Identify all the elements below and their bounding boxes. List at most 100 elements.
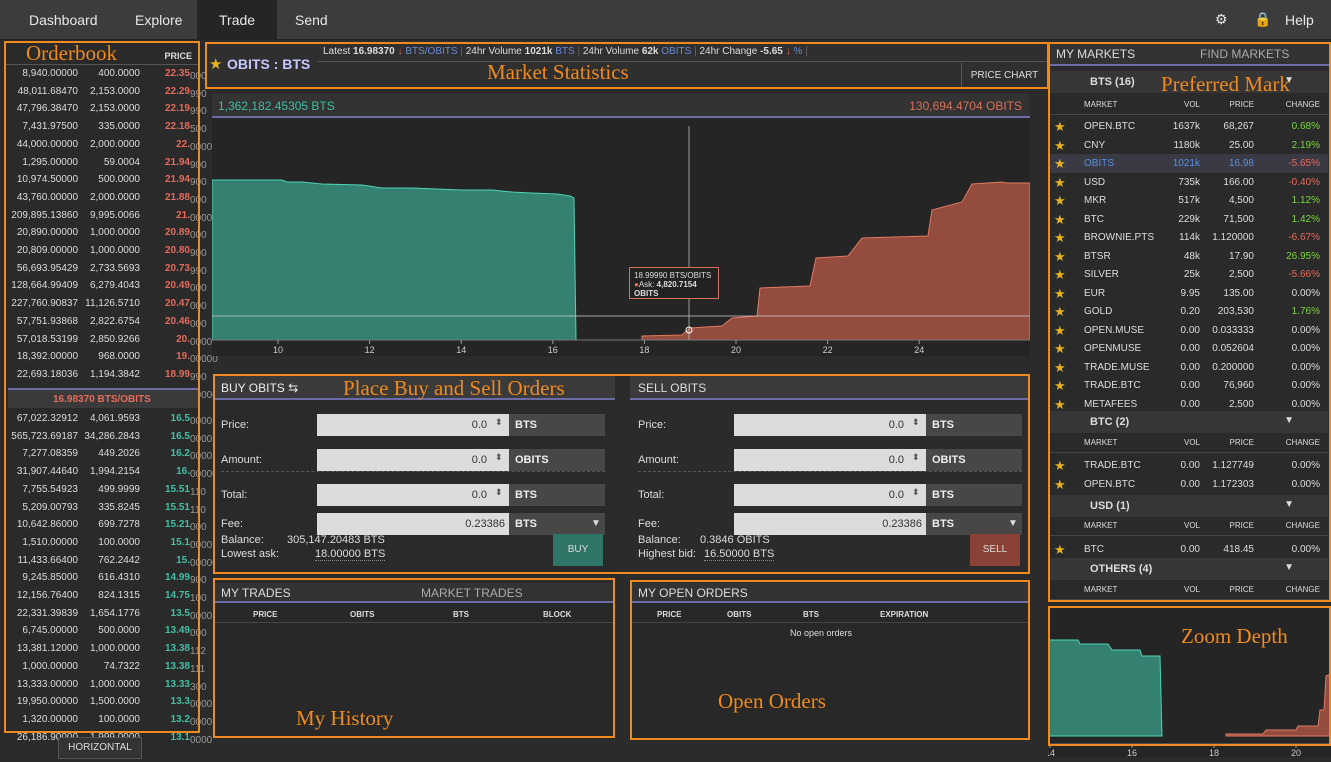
market-row[interactable]: ★ CNY 1180k 25.00 2.19% — [1050, 136, 1328, 155]
market-row[interactable]: ★ GOLD 0.20 203,530 1.76% — [1050, 302, 1328, 321]
nav-dashboard[interactable]: Dashboard — [29, 12, 98, 28]
orderbook-row[interactable]: 1,320.00000 100.0000 13.2 0000 — [8, 711, 212, 729]
market-group-header[interactable]: USD (1) ▼ — [1050, 495, 1328, 517]
buy-total-input[interactable]: 0.0 — [317, 484, 509, 506]
zoom-depth-chart[interactable]: 14 16 18 20 — [1045, 606, 1331, 758]
favorite-star-icon[interactable]: ★ — [1054, 304, 1066, 320]
buy-amount-stepper-icon[interactable]: ⬍ — [495, 452, 503, 463]
market-row[interactable]: ★ OPENMUSE 0.00 0.052604 0.00% — [1050, 339, 1328, 358]
favorite-star-icon[interactable]: ★ — [1054, 477, 1066, 493]
favorite-star-icon[interactable]: ★ — [1054, 360, 1066, 376]
horizontal-button[interactable]: HORIZONTAL — [58, 737, 142, 759]
favorite-star-icon[interactable]: ★ — [1054, 138, 1066, 154]
buy-fee-dropdown-icon[interactable]: ▼ — [591, 518, 601, 529]
favorite-star-icon[interactable]: ★ — [1054, 175, 1066, 191]
orderbook-row[interactable]: 7,431.97500 335.0000 22.18 500 — [8, 118, 206, 136]
market-row[interactable]: ★ TRADE.MUSE 0.00 0.200000 0.00% — [1050, 358, 1328, 377]
orderbook-row[interactable]: 10,974.50000 500.0000 21.94 900 — [8, 171, 207, 189]
nav-trade[interactable]: Trade — [219, 12, 255, 28]
favorite-star-icon[interactable]: ★ — [1054, 156, 1066, 172]
favorite-star-icon[interactable]: ★ — [1054, 341, 1066, 357]
orderbook-row[interactable]: 7,277.08359 449.2026 16.2 0000 — [8, 445, 212, 463]
orderbook-row[interactable]: 48,011.68470 2,153.0000 22.29 990 — [8, 83, 207, 101]
market-group-header[interactable]: BTS (16) ▼ — [1050, 71, 1328, 93]
buy-button[interactable]: BUY — [553, 534, 603, 566]
sell-highest-value[interactable]: 16.50000 BTS — [704, 548, 775, 561]
orderbook-row[interactable]: 10,642.86000 699.7278 15.21 000 — [8, 516, 207, 534]
orderbook-row[interactable]: 47,796.38470 2,153.0000 22.19 990 — [8, 100, 207, 118]
favorite-star-icon[interactable]: ★ — [1054, 458, 1066, 474]
orderbook-row[interactable]: 11,433.66400 762.2442 15. 00000 — [8, 552, 218, 570]
market-row[interactable]: ★ TRADE.BTC 0.00 76,960 0.00% — [1050, 376, 1328, 395]
buy-balance-value[interactable]: 305,147.20483 BTS — [287, 534, 385, 546]
market-row[interactable]: ★ MKR 517k 4,500 1.12% — [1050, 191, 1328, 210]
favorite-star-icon[interactable]: ★ — [1054, 230, 1066, 246]
market-group-header[interactable]: OTHERS (4) ▼ — [1050, 558, 1328, 580]
buy-title[interactable]: BUY OBITS ⇆ — [221, 381, 298, 395]
market-row[interactable]: ★ OPEN.BTC 1637k 68,267 0.68% — [1050, 117, 1328, 136]
sell-button[interactable]: SELL — [970, 534, 1020, 566]
chevron-down-icon[interactable]: ▼ — [1284, 75, 1294, 86]
orderbook-row[interactable]: 1,295.00000 59.0004 21.94 900 — [8, 154, 206, 172]
nav-help[interactable]: Help — [1285, 12, 1314, 28]
tab-find-markets[interactable]: FIND MARKETS — [1200, 47, 1289, 61]
buy-lowest-value[interactable]: 18.00000 BTS — [315, 548, 386, 561]
orderbook-row[interactable]: 20,809.00000 1,000.0000 20.80 900 — [8, 242, 207, 260]
nav-send[interactable]: Send — [295, 12, 328, 28]
market-row[interactable]: ★ SILVER 25k 2,500 -5.66% — [1050, 265, 1328, 284]
favorite-star-icon[interactable]: ★ — [1054, 542, 1066, 558]
price-chart-button[interactable]: PRICE CHART — [961, 63, 1047, 89]
orderbook-row[interactable]: 67,022.32912 4,061.9593 16.5 0000 — [8, 410, 212, 428]
favorite-star-icon[interactable]: ★ — [1054, 119, 1066, 135]
sell-balance-value[interactable]: 0.3846 OBITS — [700, 534, 770, 546]
buy-price-input[interactable]: 0.0 — [317, 414, 509, 436]
orderbook-row[interactable]: 8,940.00000 400.0000 22.35 000 — [8, 65, 206, 83]
buy-amount-input[interactable]: 0.0 — [317, 449, 509, 471]
market-row[interactable]: ★ EUR 9.95 135.00 0.00% — [1050, 284, 1328, 303]
market-row[interactable]: ★ BTSR 48k 17.90 26.95% — [1050, 247, 1328, 266]
orderbook-row[interactable]: 13,333.00000 1,000.0000 13.33 300 — [8, 676, 207, 694]
sell-fee-dropdown-icon[interactable]: ▼ — [1008, 518, 1018, 529]
market-row[interactable]: ★ BROWNIE.PTS 114k 1.120000 -6.67% — [1050, 228, 1328, 247]
nav-explore[interactable]: Explore — [135, 12, 182, 28]
sell-price-stepper-icon[interactable]: ⬍ — [912, 417, 920, 428]
buy-total-stepper-icon[interactable]: ⬍ — [495, 487, 503, 498]
tab-my-trades[interactable]: MY TRADES — [221, 586, 291, 600]
orderbook-row[interactable]: 6,745.00000 500.0000 13.49 000 — [8, 622, 206, 640]
orderbook-row[interactable]: 1,000.00000 74.7322 13.38 111 — [8, 658, 205, 676]
chevron-down-icon[interactable]: ▼ — [1284, 499, 1294, 510]
orderbook-row[interactable]: 5,209.00793 335.8245 15.51 110 — [8, 499, 206, 517]
market-group-header[interactable]: BTC (2) ▼ — [1050, 411, 1328, 433]
sell-amount-input[interactable]: 0.0 — [734, 449, 926, 471]
buy-price-stepper-icon[interactable]: ⬍ — [495, 417, 503, 428]
orderbook-row[interactable]: 22,693.18036 1,194.3842 18.99 990 — [8, 366, 207, 384]
market-row[interactable]: ★ OBITS 1021k 16.98 -5.65% — [1050, 154, 1328, 173]
favorite-star-icon[interactable]: ★ — [1054, 267, 1066, 283]
orderbook-row[interactable]: 18,392.00000 968.0000 19. 00000 — [8, 348, 218, 366]
favorite-star-icon[interactable]: ★ — [1054, 286, 1066, 302]
market-row[interactable]: ★ BTC 229k 71,500 1.42% — [1050, 210, 1328, 229]
sell-price-input[interactable]: 0.0 — [734, 414, 926, 436]
orderbook-row[interactable]: 31,907.44640 1,994.2154 16. 00000 — [8, 463, 218, 481]
orderbook-row[interactable]: 22,331.39839 1,654.1776 13.5 0000 — [8, 605, 212, 623]
tab-my-markets[interactable]: MY MARKETS — [1056, 47, 1135, 61]
orderbook-row[interactable]: 128,664.99409 6,279.4043 20.49 000 — [8, 277, 206, 295]
gear-icon[interactable]: ⚙ — [1215, 11, 1228, 28]
orderbook-row[interactable]: 565,723.69187 34,286.2843 16.5 0000 — [8, 428, 212, 446]
favorite-star-icon[interactable]: ★ — [1054, 193, 1066, 209]
orderbook-row[interactable]: 57,751.93868 2,822.6754 20.46 000 — [8, 313, 207, 331]
orderbook-row[interactable]: 13,381.12000 1,000.0000 13.38 112 — [8, 640, 206, 658]
orderbook-row[interactable]: 9,245.85000 616.4310 14.99 900 — [8, 569, 206, 587]
buy-fee-input[interactable]: 0.23386 — [317, 513, 509, 535]
favorite-star-icon[interactable]: ★ — [1054, 323, 1066, 339]
favorite-star-icon[interactable]: ★ — [1054, 212, 1066, 228]
orderbook-row[interactable]: 1,510.00000 100.0000 15.1 0000 — [8, 534, 212, 552]
lock-icon[interactable]: 🔒 — [1254, 11, 1271, 28]
orderbook-row[interactable]: 44,000.00000 2,000.0000 22. 00000 — [8, 136, 218, 154]
sell-total-stepper-icon[interactable]: ⬍ — [912, 487, 920, 498]
market-row[interactable]: ★ BTC 0.00 418.45 0.00% — [1050, 540, 1328, 559]
depth-chart[interactable]: 10 12 14 16 18 20 22 24 — [212, 118, 1030, 356]
sell-amount-stepper-icon[interactable]: ⬍ — [912, 452, 920, 463]
orderbook-row[interactable]: 19,950.00000 1,500.0000 13.3 0000 — [8, 693, 212, 711]
chevron-down-icon[interactable]: ▼ — [1284, 562, 1294, 573]
